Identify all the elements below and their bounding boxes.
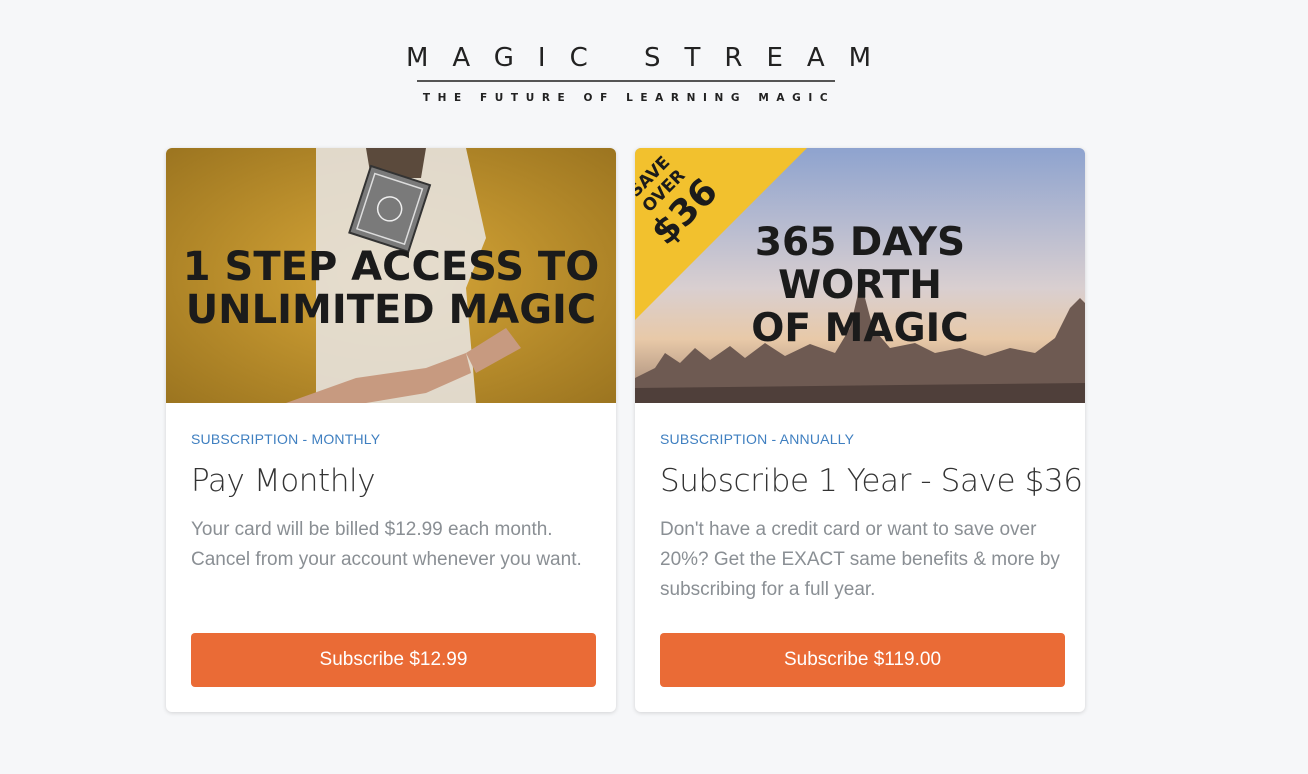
logo-title: MAGIC STREAM <box>406 43 896 73</box>
annual-banner-line1: 365 DAYS <box>755 220 965 265</box>
plan-category: SUBSCRIPTION - ANNUALLY <box>660 431 855 447</box>
logo-tagline: THE FUTURE OF LEARNING MAGIC <box>422 92 836 104</box>
monthly-banner-line1: 1 STEP ACCESS TO <box>183 244 599 290</box>
annual-banner-image: SAVE OVER $36 365 DAYS WORTH OF MAGIC <box>635 148 1085 403</box>
site-logo[interactable]: MAGIC STREAM THE FUTURE OF LEARNING MAGI… <box>400 42 896 104</box>
plan-description: Don't have a credit card or want to save… <box>660 519 1060 600</box>
subscribe-monthly-button[interactable]: Subscribe $12.99 <box>191 633 596 687</box>
logo-divider <box>417 80 835 82</box>
plan-title: Subscribe 1 Year - Save $36 <box>660 463 1083 499</box>
plan-title: Pay Monthly <box>191 463 376 499</box>
annual-banner-line2: WORTH <box>778 263 942 308</box>
annual-banner-line3: OF MAGIC <box>751 306 969 351</box>
plan-description: Your card will be billed $12.99 each mon… <box>191 519 582 570</box>
plan-card-monthly: 1 STEP ACCESS TO UNLIMITED MAGIC SUBSCRI… <box>166 148 616 712</box>
plan-card-annual: SAVE OVER $36 365 DAYS WORTH OF MAGIC SU… <box>635 148 1085 712</box>
monthly-banner-image: 1 STEP ACCESS TO UNLIMITED MAGIC <box>166 148 616 403</box>
monthly-banner-line2: UNLIMITED MAGIC <box>186 287 597 333</box>
plan-category: SUBSCRIPTION - MONTHLY <box>191 431 381 447</box>
subscribe-annual-button[interactable]: Subscribe $119.00 <box>660 633 1065 687</box>
